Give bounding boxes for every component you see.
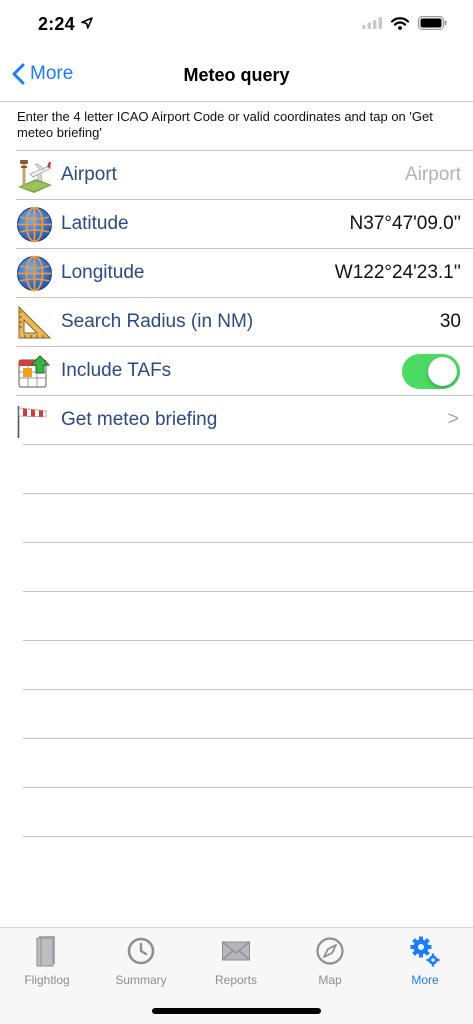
empty-row [23, 542, 473, 591]
tab-map-label: Map [318, 973, 342, 987]
longitude-row[interactable]: Longitude W122°24'23.1'' [16, 248, 473, 297]
empty-row [23, 640, 473, 689]
include-tafs-toggle[interactable] [402, 354, 460, 389]
form-list: Airport Airport Latitude N37°47'09.0'' L… [0, 150, 473, 885]
wifi-icon [391, 16, 409, 30]
page-title: Meteo query [183, 65, 290, 85]
latitude-row[interactable]: Latitude N37°47'09.0'' [16, 199, 473, 248]
clock-icon [127, 937, 155, 965]
longitude-input[interactable]: W122°24'23.1'' [335, 262, 461, 284]
toggle-knob [428, 357, 457, 386]
airport-row[interactable]: Airport Airport [16, 150, 473, 199]
empty-row [23, 787, 473, 836]
search-radius-input[interactable]: 30 [440, 311, 461, 333]
location-arrow-icon [81, 17, 93, 29]
empty-row [23, 738, 473, 787]
tab-flightlog[interactable]: Flightlog [0, 934, 94, 987]
longitude-label: Longitude [61, 262, 145, 283]
battery-icon [418, 16, 447, 30]
tab-more[interactable]: More [378, 934, 472, 987]
ruler-triangle-icon [18, 305, 52, 339]
status-bar: 2:24 [0, 0, 473, 50]
latitude-label: Latitude [61, 213, 129, 234]
nav-divider [0, 101, 473, 102]
calendar-arrow-icon [18, 355, 51, 388]
empty-row [23, 444, 473, 493]
tab-reports-label: Reports [214, 973, 258, 987]
navigation-bar: More Meteo query [0, 50, 473, 102]
empty-row [23, 493, 473, 542]
signal-icon [362, 17, 382, 29]
empty-row [23, 836, 473, 885]
status-time: 2:24 [38, 14, 75, 34]
globe-icon [17, 206, 52, 243]
empty-row [23, 689, 473, 738]
home-indicator [152, 1008, 321, 1014]
compass-icon [316, 937, 344, 965]
airport-icon [18, 160, 52, 193]
status-icons [362, 16, 447, 30]
search-radius-row[interactable]: Search Radius (in NM) 30 [16, 297, 473, 346]
empty-row [23, 591, 473, 640]
include-tafs-row: Include TAFs [16, 346, 473, 395]
airport-input[interactable]: Airport [405, 164, 461, 186]
chevron-right-icon: > [447, 408, 459, 430]
envelope-icon [222, 941, 250, 961]
get-meteo-briefing-label: Get meteo briefing [61, 409, 218, 430]
gears-icon [410, 936, 440, 967]
latitude-input[interactable]: N37°47'09.0'' [350, 213, 461, 235]
tab-summary[interactable]: Summary [94, 934, 188, 987]
get-meteo-briefing-row[interactable]: Get meteo briefing > [16, 395, 473, 444]
tab-more-label: More [411, 973, 439, 987]
tab-summary-label: Summary [115, 973, 167, 987]
include-tafs-label: Include TAFs [61, 360, 172, 381]
airport-label: Airport [61, 164, 117, 185]
instructions-text: Enter the 4 letter ICAO Airport Code or … [17, 109, 433, 140]
book-icon [36, 936, 55, 967]
tab-reports[interactable]: Reports [189, 934, 283, 987]
tab-map[interactable]: Map [283, 934, 377, 987]
globe-icon [17, 255, 52, 292]
windsock-icon [17, 406, 47, 438]
search-radius-label: Search Radius (in NM) [61, 311, 254, 332]
tab-flightlog-label: Flightlog [24, 973, 70, 987]
